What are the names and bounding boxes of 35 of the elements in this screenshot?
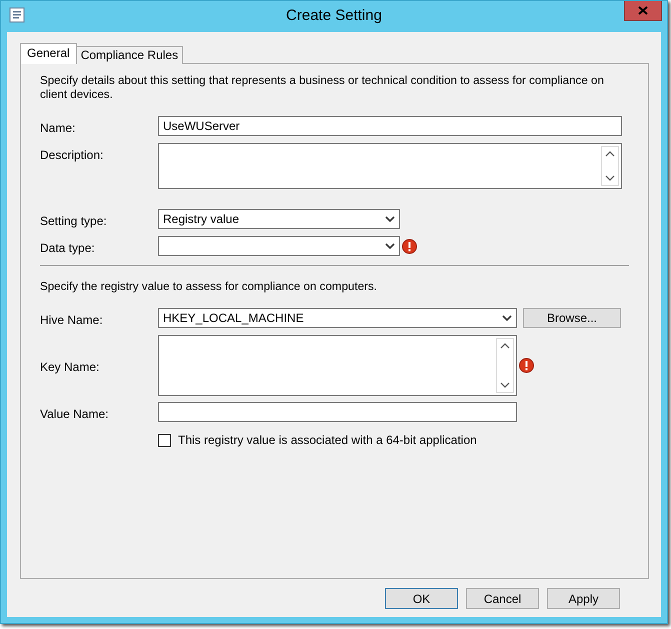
checkbox[interactable] [158, 434, 171, 446]
close-button[interactable] [624, 1, 662, 21]
browse-button[interactable]: Browse... [523, 308, 621, 328]
tab[interactable]: General [20, 43, 77, 64]
field-label: Setting type: [40, 213, 108, 230]
scroll-down-icon [605, 174, 615, 182]
scroll-down-icon [500, 381, 510, 389]
chevron-down-icon [502, 314, 512, 322]
text-area[interactable] [158, 335, 517, 396]
field-label: Name: [40, 120, 76, 137]
text-field[interactable] [158, 402, 517, 422]
field-label: Description: [40, 147, 104, 164]
apply-button[interactable]: Apply [547, 588, 620, 609]
field-label: Data type: [40, 240, 96, 257]
field-label: Hive Name: [40, 312, 104, 329]
checkbox-label: This registry value is associated with a 64-bit application [178, 432, 477, 449]
field-label: Key Name: [40, 359, 100, 376]
cancel-button[interactable]: Cancel [466, 588, 539, 609]
close-icon [638, 6, 648, 15]
dropdown[interactable]: HKEY_LOCAL_MACHINE [158, 308, 517, 328]
text-field[interactable]: UseWUServer [158, 116, 622, 136]
ok-button[interactable]: OK [385, 588, 458, 609]
window-title: Create Setting [286, 6, 382, 26]
instruction-text: Specify the registry value to assess for compliance on computers. [40, 280, 378, 294]
chevron-down-icon [385, 242, 395, 250]
instruction-text: Specify details about this setting that represents a business or technical condition to assess for compliance on client devices. [40, 74, 605, 102]
app-icon [9, 7, 25, 23]
field-label: Value Name: [40, 406, 110, 423]
scroll-up-icon [605, 150, 615, 158]
tab[interactable]: Compliance Rules [76, 46, 184, 64]
scroll-up-icon [500, 342, 510, 350]
dropdown[interactable] [158, 236, 400, 256]
chevron-down-icon [385, 215, 395, 223]
dropdown[interactable]: Registry value [158, 209, 400, 229]
text-area[interactable] [158, 143, 622, 189]
